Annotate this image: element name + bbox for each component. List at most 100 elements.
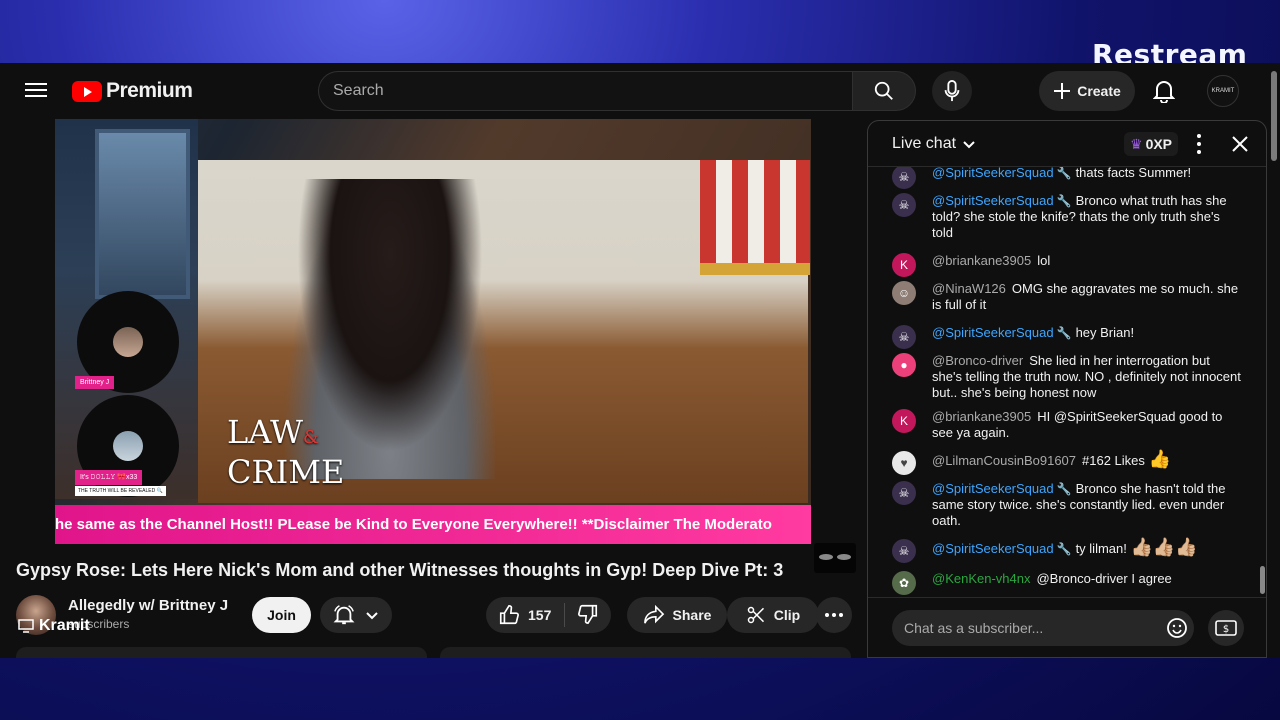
emoji-icon[interactable]	[1166, 617, 1188, 639]
clip-label: Clip	[773, 607, 801, 623]
thumbs-down-icon	[578, 604, 598, 624]
chat-text: hey Brian!	[1075, 325, 1135, 340]
news-ticker: he same as the Channel Host!! PLease be …	[55, 505, 811, 544]
chat-text: #162 Likes	[1082, 453, 1145, 468]
search-button[interactable]	[852, 71, 916, 111]
guest-1-face	[113, 327, 143, 357]
join-button[interactable]: Join	[252, 597, 311, 633]
user-avatar[interactable]: ☠	[892, 167, 916, 189]
voice-search-button[interactable]	[932, 71, 972, 111]
user-avatar[interactable]: K	[892, 253, 916, 277]
dislike-button[interactable]	[565, 603, 599, 628]
microphone-icon	[944, 80, 960, 102]
chat-author[interactable]: @KenKen-vh4nx	[932, 571, 1030, 586]
chat-message: ☠ @SpiritSeekerSquad 🔧 hey Brian!	[892, 325, 1242, 349]
chat-message: ☠ @SpiritSeekerSquad 🔧 Bronco what truth h…	[892, 193, 1242, 241]
chat-title: Live chat	[892, 135, 957, 152]
search-input[interactable]: Search	[318, 71, 852, 111]
dollar-ticket-icon: $	[1215, 620, 1237, 636]
description-card[interactable]	[16, 647, 427, 658]
channel-name[interactable]: Allegedly w/ Brittney J	[68, 597, 228, 614]
thumbs-up-emojis: 👍🏼👍🏼👍🏼	[1130, 537, 1198, 557]
chat-author[interactable]: @NinaW126	[932, 281, 1006, 296]
super-chat-button[interactable]: $	[1208, 610, 1244, 646]
chat-author[interactable]: @SpiritSeekerSquad	[932, 193, 1054, 208]
chat-author[interactable]: @SpiritSeekerSquad	[932, 481, 1054, 496]
user-avatar[interactable]: ●	[892, 353, 916, 377]
chat-messages: ☠ @SpiritSeekerSquad 🔧 thats facts Summer!…	[868, 167, 1260, 597]
crown-icon: ♛	[1130, 135, 1143, 152]
youtube-logo[interactable]: Premium	[72, 79, 193, 103]
user-avatar[interactable]: ☠	[892, 539, 916, 563]
user-avatar[interactable]: ☠	[892, 325, 916, 349]
chat-author[interactable]: @LilmanCousinBo91607	[932, 453, 1076, 468]
more-vertical-icon[interactable]	[1194, 133, 1204, 155]
notification-bell-button[interactable]	[320, 597, 392, 633]
chat-message: K @briankane3905 HI @SpiritSeekerSquad go…	[892, 409, 1242, 441]
live-chat-panel: Live chat ♛ 0XP ☠ @SpiritSeekerSquad 🔧 tha…	[867, 120, 1267, 658]
chat-author[interactable]: @SpiritSeekerSquad	[932, 325, 1054, 340]
guest-2-subtitle: THE TRUTH WILL BE REVEALED 🔍	[75, 486, 166, 496]
share-button[interactable]: Share	[627, 597, 727, 633]
like-dislike-group: 157	[486, 597, 611, 633]
bell-ring-icon	[333, 605, 355, 625]
chat-text: ty lilman!	[1075, 541, 1127, 556]
related-card[interactable]	[440, 647, 851, 658]
create-button[interactable]: Create	[1039, 71, 1135, 111]
xp-badge[interactable]: ♛ 0XP	[1124, 132, 1179, 156]
screen-share-label: Kramit	[18, 617, 90, 635]
page-scroll-thumb[interactable]	[1271, 71, 1277, 161]
chat-message: K @briankane3905 lol	[892, 253, 1242, 277]
account-avatar[interactable]: KRAMIT	[1207, 75, 1239, 107]
like-button[interactable]: 157	[486, 604, 564, 626]
bell-icon	[1153, 81, 1175, 103]
page-scrollbar[interactable]	[1268, 63, 1280, 658]
thumbs-up-emoji: 👍	[1148, 449, 1171, 469]
watermark-law: LAW	[227, 413, 303, 451]
chat-author[interactable]: @SpiritSeekerSquad	[932, 541, 1054, 556]
notifications-button[interactable]	[1146, 73, 1182, 109]
monitor-icon	[18, 619, 34, 633]
chat-mode-dropdown[interactable]: Live chat	[892, 135, 976, 153]
chat-author[interactable]: @briankane3905	[932, 253, 1031, 268]
user-avatar[interactable]: ♥	[892, 451, 916, 475]
guest-2-face	[113, 431, 143, 461]
user-avatar[interactable]: K	[892, 409, 916, 433]
close-icon[interactable]	[1230, 134, 1250, 154]
youtube-play-icon	[72, 80, 102, 102]
svg-text:$: $	[1223, 624, 1229, 635]
law-crime-watermark: LAW& CRIME	[227, 415, 344, 489]
chat-text: @Bronco-driver I agree	[1036, 571, 1172, 586]
share-icon	[643, 605, 664, 624]
chat-message: ☠ @SpiritSeekerSquad 🔧 ty lilman! 👍🏼👍🏼👍🏼	[892, 537, 1242, 563]
wrench-icon: 🔧	[1056, 326, 1072, 340]
chat-input[interactable]: Chat as a subscriber...	[892, 610, 1194, 646]
clip-button[interactable]: Clip	[727, 597, 819, 633]
chat-author[interactable]: @Bronco-driver	[932, 353, 1023, 368]
user-avatar[interactable]: ☠	[892, 193, 916, 217]
watermark-crime: CRIME	[227, 453, 345, 491]
chat-text: lol	[1037, 253, 1051, 268]
more-actions-button[interactable]	[816, 597, 852, 633]
xp-value: 0XP	[1145, 136, 1173, 152]
user-avatar[interactable]: ✿	[892, 571, 916, 595]
chat-input-row: Chat as a subscriber... $	[868, 597, 1266, 657]
chat-scrollbar[interactable]	[1260, 171, 1265, 596]
user-avatar[interactable]: ☠	[892, 481, 916, 505]
wrench-icon: 🔧	[1056, 194, 1072, 208]
chat-message: ☠ @SpiritSeekerSquad 🔧 Bronco she hasn't t…	[892, 481, 1242, 529]
user-avatar[interactable]: ☺	[892, 281, 916, 305]
chat-author[interactable]: @briankane3905	[932, 409, 1031, 424]
owner-row: Allegedly w/ Brittney J subscribers Join…	[16, 595, 856, 635]
guest-2-name: It's 𝙳𝙾𝙻𝙻𝚈 🎀x33	[75, 470, 143, 485]
chat-author[interactable]: @SpiritSeekerSquad	[932, 167, 1054, 180]
chat-scroll-thumb[interactable]	[1260, 566, 1265, 594]
chat-message: ☠ @SpiritSeekerSquad 🔧 thats facts Summer!	[892, 167, 1242, 189]
video-player[interactable]: Brittney J It's 𝙳𝙾𝙻𝙻𝚈 🎀x33 THE TRUTH WIL…	[55, 119, 811, 544]
more-horizontal-icon	[825, 613, 843, 617]
scissors-icon	[747, 606, 764, 624]
guest-1-name: Brittney J	[75, 376, 115, 389]
chat-header: Live chat ♛ 0XP	[868, 121, 1266, 167]
video-window-decor	[95, 129, 190, 299]
menu-button[interactable]	[22, 79, 50, 103]
